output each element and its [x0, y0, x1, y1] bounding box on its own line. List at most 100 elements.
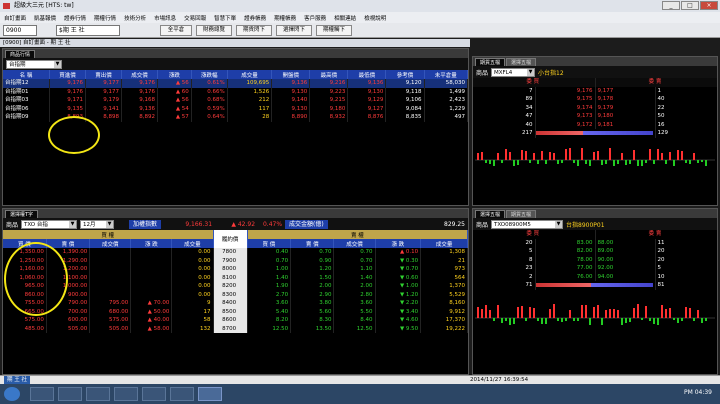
bid-price[interactable]: 78.00: [535, 255, 596, 264]
menu-item[interactable]: 技術分析: [124, 14, 146, 22]
option-row[interactable]: 485.00 505.00 505.00 ▲ 58.00 132 8700 12.50 13.…: [3, 324, 468, 333]
option-row[interactable]: 1,060.00 1,100.00 0.00 8100 1.40 1.50 1.40 ▼ 0.…: [3, 273, 468, 282]
menu-item[interactable]: 證券行情: [64, 14, 86, 22]
ask-price[interactable]: 89.00: [595, 247, 656, 256]
bid-price[interactable]: 9,174: [535, 103, 596, 112]
menu-item[interactable]: 相關連結: [334, 14, 356, 22]
tab-futures-depth[interactable]: 期貨五檔: [475, 58, 506, 66]
col-header[interactable]: 漲跌: [157, 70, 192, 79]
col-header[interactable]: 參考價: [385, 70, 425, 79]
close-button[interactable]: ×: [700, 1, 718, 10]
col-header[interactable]: 買進價: [49, 70, 87, 79]
code-input[interactable]: 0900: [3, 25, 37, 36]
start-button[interactable]: [4, 387, 20, 401]
col-header[interactable]: 名 稱: [3, 70, 51, 79]
options-product-select[interactable]: TXO 台指 ▼: [21, 219, 78, 229]
option-row[interactable]: 575.00 600.00 575.00 ▲ 40.00 58 8600 8.20 8.30 8…: [3, 316, 468, 325]
toolbar-button[interactable]: 財務總覽: [196, 25, 232, 36]
bid-price[interactable]: 9,175: [535, 95, 596, 104]
tick-candle: [533, 307, 535, 318]
bid-price[interactable]: 76.00: [535, 272, 596, 281]
minimize-button[interactable]: _: [662, 1, 680, 10]
ask-price[interactable]: 90.00: [595, 255, 656, 264]
call-cell: ▲ 40.00: [130, 316, 173, 325]
toolbar-button[interactable]: 期權觸下: [316, 25, 352, 36]
ask-price[interactable]: 9,180: [595, 112, 656, 121]
col-header[interactable]: 成交量: [420, 239, 468, 248]
option-row[interactable]: 1,160.00 1,200.00 0.00 8000 1.00 1.20 1.10 ▼ 0.…: [3, 265, 468, 274]
taskbar-app-icon[interactable]: [170, 387, 194, 401]
tab-quotes[interactable]: 商品行情: [5, 50, 36, 58]
menu-item[interactable]: 證券帳務: [244, 14, 266, 22]
ask-price[interactable]: 9,181: [595, 120, 656, 129]
menu-item[interactable]: 檢視說明: [364, 14, 386, 22]
col-header[interactable]: 賣 價: [290, 239, 335, 248]
tab-options-t[interactable]: 選擇權T字: [5, 210, 39, 218]
bid-price[interactable]: 9,172: [535, 120, 596, 129]
product-select[interactable]: MXFL4 ▼: [491, 67, 536, 77]
ask-price[interactable]: 88.00: [595, 238, 656, 247]
taskbar-app-icon[interactable]: [198, 387, 222, 401]
ask-price[interactable]: 94.00: [595, 272, 656, 281]
toolbar-button[interactable]: 期貨閃下: [236, 25, 272, 36]
col-header[interactable]: 成交價: [89, 239, 132, 248]
option-row[interactable]: 665.00 700.00 680.00 ▲ 50.00 17 8500 5.40 5.60 5…: [3, 307, 468, 316]
taskbar-app-icon[interactable]: [86, 387, 110, 401]
menu-item[interactable]: 市場訊息: [154, 14, 176, 22]
menu-item[interactable]: 期權行情: [94, 14, 116, 22]
option-row[interactable]: 965.00 1,000.00 0.00 8200 1.90 2.00 2.00 ▼ 1.00…: [3, 282, 468, 291]
table-row[interactable]: 台指期01 9,176 9,177 9,176 ▲ 60 0.66% 1,526…: [3, 87, 468, 96]
bid-price[interactable]: 9,176: [535, 86, 596, 95]
account-select[interactable]: $期 王 社: [56, 25, 120, 36]
col-header[interactable]: 買 價: [247, 239, 292, 248]
bid-price[interactable]: 77.00: [535, 264, 596, 273]
month-select[interactable]: 12月 ▼: [80, 219, 115, 229]
bid-price[interactable]: 9,173: [535, 112, 596, 121]
col-header[interactable]: 成交價: [121, 70, 158, 79]
col-header[interactable]: 成交量: [171, 239, 214, 248]
bid-price[interactable]: 82.00: [535, 247, 596, 256]
col-header[interactable]: 未平倉量: [424, 70, 468, 79]
option-row[interactable]: 755.00 790.00 795.00 ▲ 70.00 9 8400 3.60 3.80 3.…: [3, 299, 468, 308]
ask-price[interactable]: 92.00: [595, 264, 656, 273]
taskbar-app-icon[interactable]: [114, 387, 138, 401]
col-header[interactable]: 成交量: [227, 70, 273, 79]
toolbar-button[interactable]: 全平倉: [160, 25, 192, 36]
toolbar-button[interactable]: 選擇閃下: [276, 25, 312, 36]
tab-options-depth[interactable]: 選擇五檔: [475, 210, 506, 218]
product-group-select[interactable]: 台指期 ▼: [6, 59, 62, 69]
menu-item[interactable]: 交易回報: [184, 14, 206, 22]
taskbar-app-icon[interactable]: [30, 387, 54, 401]
maximize-button[interactable]: □: [681, 1, 699, 10]
ask-price[interactable]: 9,179: [595, 103, 656, 112]
table-row[interactable]: 台指期06 9,135 9,141 9,136 ▲ 54 0.59% 117 9…: [3, 104, 468, 113]
col-header[interactable]: 漲 跌: [375, 239, 422, 248]
col-header[interactable]: 最低價: [347, 70, 387, 79]
ask-price[interactable]: 9,178: [595, 95, 656, 104]
txo-product-select[interactable]: TXO08900M5 ▼: [491, 219, 564, 229]
ask-price[interactable]: 9,177: [595, 86, 656, 95]
col-header[interactable]: 漲跌幅: [191, 70, 228, 79]
put-cell: 564: [420, 273, 468, 282]
taskbar-app-icon[interactable]: [142, 387, 166, 401]
menu-item[interactable]: 凱基報價: [34, 14, 56, 22]
col-header[interactable]: 開盤價: [271, 70, 311, 79]
menu-item[interactable]: 客戶服務: [304, 14, 326, 22]
table-row[interactable]: 台指期03 9,171 9,179 9,168 ▲ 56 0.68% 212 9…: [3, 96, 468, 105]
bid-price[interactable]: 83.00: [535, 238, 596, 247]
menu-item[interactable]: 期權帳務: [274, 14, 296, 22]
menu-item[interactable]: 智慧下單: [214, 14, 236, 22]
table-row[interactable]: 台指期12 9,176 9,177 9,176 ▲ 56 0.61% 109,6…: [3, 79, 468, 88]
put-cell: ▼ 0.70: [375, 265, 422, 274]
col-header[interactable]: 成交價: [333, 239, 376, 248]
menu-item[interactable]: 自訂畫面: [4, 14, 26, 22]
col-header[interactable]: 漲 跌: [130, 239, 173, 248]
tab-options-depth[interactable]: 選擇五檔: [506, 58, 537, 66]
tab-futures-depth[interactable]: 期貨五檔: [506, 210, 537, 218]
option-row[interactable]: 1,250.00 1,290.00 0.00 7900 0.70 0.90 0.70 ▼ 0.…: [3, 256, 468, 265]
col-header[interactable]: 賣出價: [85, 70, 122, 79]
col-header[interactable]: 最高價: [309, 70, 349, 79]
option-row[interactable]: 1,350.00 1,390.00 0.00 7800 0.40 0.70 0.70 ▲ 0.…: [3, 248, 468, 257]
taskbar-app-icon[interactable]: [58, 387, 82, 401]
option-row[interactable]: 860.00 900.00 0.00 8300 2.70 2.90 2.80 ▼ 1.20 5,…: [3, 290, 468, 299]
